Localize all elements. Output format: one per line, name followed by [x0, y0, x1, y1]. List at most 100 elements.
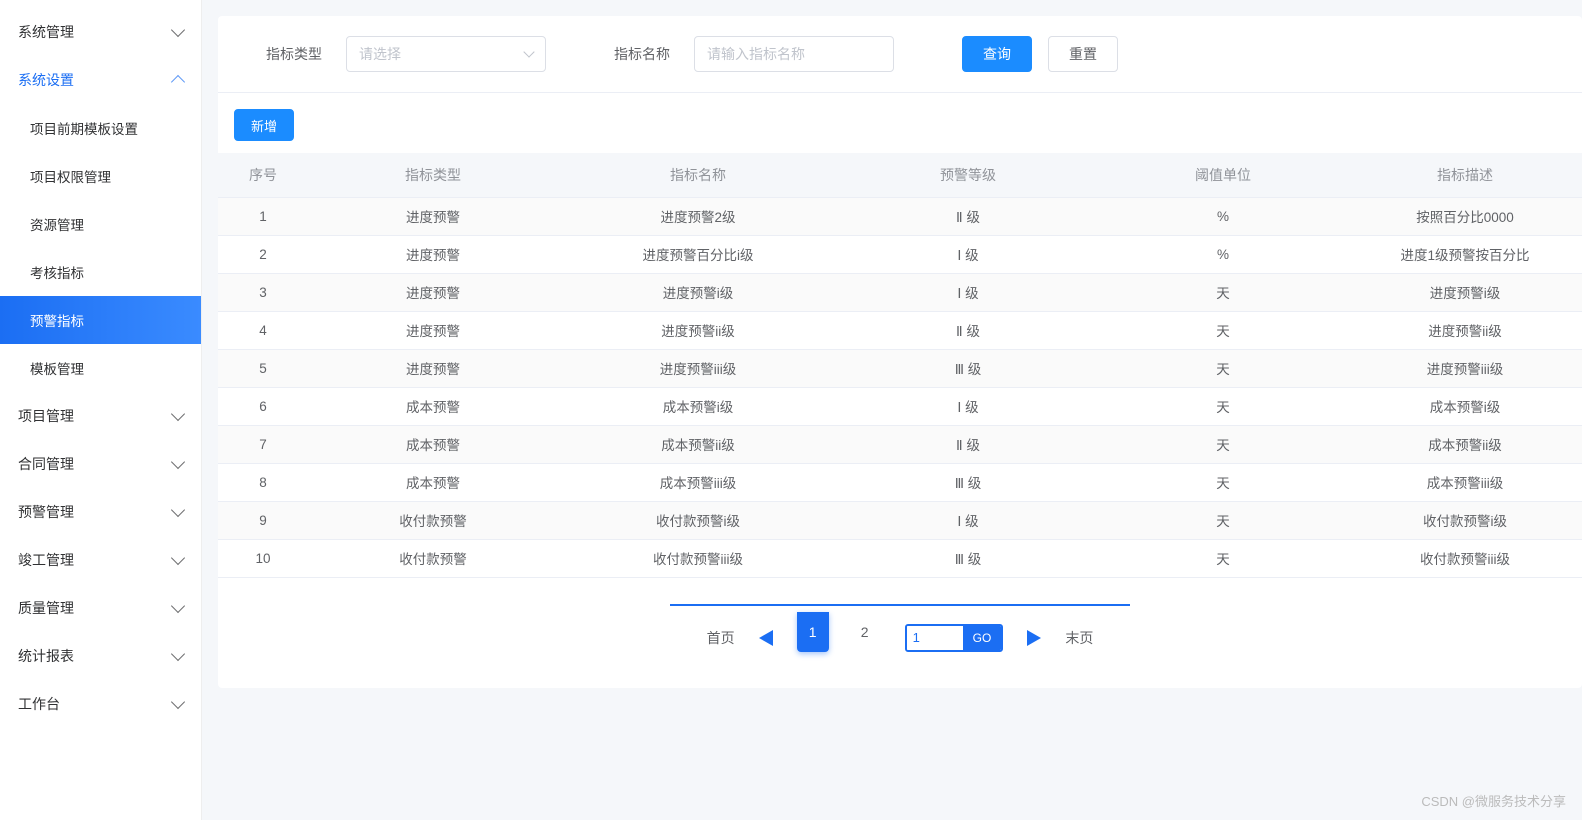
cell-unit: 天	[1098, 425, 1348, 463]
cell-unit: 天	[1098, 273, 1348, 311]
cell-type: 进度预警	[308, 235, 558, 273]
cell-unit: 天	[1098, 349, 1348, 387]
page-number[interactable]: 1	[797, 612, 829, 652]
chevron-down-icon	[171, 647, 185, 661]
add-button[interactable]: 新增	[234, 109, 294, 141]
cell-desc: 收付款预警iii级	[1348, 539, 1582, 577]
sidebar-group-label: 统计报表	[18, 646, 74, 666]
card: 指标类型 请选择 指标名称 查询 重置 新增 序号指标类型指标名称预警等级阈值单…	[218, 16, 1582, 688]
reset-button[interactable]: 重置	[1048, 36, 1118, 72]
cell-desc: 进度预警i级	[1348, 273, 1582, 311]
go-button[interactable]: GO	[963, 626, 1002, 650]
cell-type: 进度预警	[308, 197, 558, 235]
page-number[interactable]: 2	[849, 612, 881, 652]
table-row[interactable]: 3进度预警进度预警i级Ⅰ 级天进度预警i级	[218, 273, 1582, 311]
cell-desc: 进度预警ii级	[1348, 311, 1582, 349]
cell-seq: 6	[218, 387, 308, 425]
cell-unit: %	[1098, 235, 1348, 273]
sidebar-group[interactable]: 预警管理	[0, 488, 201, 536]
page-input[interactable]	[907, 626, 963, 650]
cell-type: 进度预警	[308, 273, 558, 311]
cell-type: 成本预警	[308, 425, 558, 463]
sidebar-item[interactable]: 项目权限管理	[0, 152, 201, 200]
cell-desc: 进度预警iii级	[1348, 349, 1582, 387]
sidebar-group-label: 质量管理	[18, 598, 74, 618]
cell-desc: 成本预警i级	[1348, 387, 1582, 425]
sidebar-group[interactable]: 工作台	[0, 680, 201, 728]
cell-desc: 成本预警iii级	[1348, 463, 1582, 501]
cell-unit: 天	[1098, 501, 1348, 539]
cell-seq: 4	[218, 311, 308, 349]
indicator-type-select[interactable]: 请选择	[346, 36, 546, 72]
cell-type: 成本预警	[308, 387, 558, 425]
sidebar: 系统管理系统设置项目前期模板设置项目权限管理资源管理考核指标预警指标模板管理项目…	[0, 0, 202, 820]
sidebar-group[interactable]: 项目管理	[0, 392, 201, 440]
cell-name: 成本预警i级	[558, 387, 838, 425]
sidebar-item-label: 项目权限管理	[30, 166, 111, 186]
sidebar-group-label: 工作台	[18, 694, 60, 714]
sidebar-item[interactable]: 资源管理	[0, 200, 201, 248]
sidebar-item[interactable]: 预警指标	[0, 296, 201, 344]
chevron-down-icon	[171, 407, 185, 421]
cell-seq: 9	[218, 501, 308, 539]
chevron-down-icon	[171, 455, 185, 469]
indicator-name-input[interactable]	[694, 36, 894, 72]
table-row[interactable]: 10收付款预警收付款预警iii级Ⅲ 级天收付款预警iii级	[218, 539, 1582, 577]
cell-desc: 按照百分比0000	[1348, 197, 1582, 235]
table-row[interactable]: 8成本预警成本预警iii级Ⅲ 级天成本预警iii级	[218, 463, 1582, 501]
watermark: CSDN @微服务技术分享	[1421, 791, 1566, 810]
sidebar-group[interactable]: 竣工管理	[0, 536, 201, 584]
cell-level: Ⅱ 级	[838, 311, 1098, 349]
toolbar: 新增	[218, 93, 1582, 153]
query-button[interactable]: 查询	[962, 36, 1032, 72]
sidebar-item[interactable]: 模板管理	[0, 344, 201, 392]
chevron-down-icon	[171, 551, 185, 565]
next-arrow-icon[interactable]	[1027, 630, 1041, 646]
sidebar-group[interactable]: 系统管理	[0, 8, 201, 56]
sidebar-item[interactable]: 项目前期模板设置	[0, 104, 201, 152]
cell-name: 进度预警i级	[558, 273, 838, 311]
column-header: 预警等级	[838, 153, 1098, 197]
pagination: 首页 12 GO 末页	[218, 618, 1582, 658]
table-row[interactable]: 4进度预警进度预警ii级Ⅱ 级天进度预警ii级	[218, 311, 1582, 349]
table-row[interactable]: 6成本预警成本预警i级Ⅰ 级天成本预警i级	[218, 387, 1582, 425]
cell-name: 进度预警2级	[558, 197, 838, 235]
sidebar-group[interactable]: 质量管理	[0, 584, 201, 632]
cell-desc: 进度1级预警按百分比	[1348, 235, 1582, 273]
table-row[interactable]: 9收付款预警收付款预警i级Ⅰ 级天收付款预警i级	[218, 501, 1582, 539]
go-to-page: GO	[905, 624, 1004, 652]
sidebar-group-label: 竣工管理	[18, 550, 74, 570]
cell-name: 成本预警ii级	[558, 425, 838, 463]
cell-type: 收付款预警	[308, 539, 558, 577]
cell-type: 进度预警	[308, 311, 558, 349]
cell-desc: 收付款预警i级	[1348, 501, 1582, 539]
prev-arrow-icon[interactable]	[759, 630, 773, 646]
cell-level: Ⅲ 级	[838, 463, 1098, 501]
chevron-up-icon	[171, 75, 185, 89]
last-page-button[interactable]: 末页	[1065, 628, 1093, 648]
cell-level: Ⅲ 级	[838, 349, 1098, 387]
column-header: 序号	[218, 153, 308, 197]
cell-name: 收付款预警iii级	[558, 539, 838, 577]
table-row[interactable]: 1进度预警进度预警2级Ⅱ 级%按照百分比0000	[218, 197, 1582, 235]
filter-name-label: 指标名称	[614, 44, 670, 64]
chevron-down-icon	[171, 503, 185, 517]
cell-level: Ⅰ 级	[838, 235, 1098, 273]
table-row[interactable]: 7成本预警成本预警ii级Ⅱ 级天成本预警ii级	[218, 425, 1582, 463]
first-page-button[interactable]: 首页	[707, 628, 735, 648]
sidebar-group[interactable]: 统计报表	[0, 632, 201, 680]
sidebar-group[interactable]: 合同管理	[0, 440, 201, 488]
cell-level: Ⅰ 级	[838, 273, 1098, 311]
filter-row: 指标类型 请选择 指标名称 查询 重置	[218, 36, 1582, 93]
cell-level: Ⅱ 级	[838, 425, 1098, 463]
pagination-line	[670, 604, 1130, 606]
sidebar-group[interactable]: 系统设置	[0, 56, 201, 104]
sidebar-item[interactable]: 考核指标	[0, 248, 201, 296]
sidebar-item-label: 资源管理	[30, 214, 84, 234]
column-header: 指标描述	[1348, 153, 1582, 197]
cell-level: Ⅱ 级	[838, 197, 1098, 235]
sidebar-item-label: 预警指标	[30, 310, 84, 330]
column-header: 阈值单位	[1098, 153, 1348, 197]
table-row[interactable]: 2进度预警进度预警百分比i级Ⅰ 级%进度1级预警按百分比	[218, 235, 1582, 273]
table-row[interactable]: 5进度预警进度预警iii级Ⅲ 级天进度预警iii级	[218, 349, 1582, 387]
